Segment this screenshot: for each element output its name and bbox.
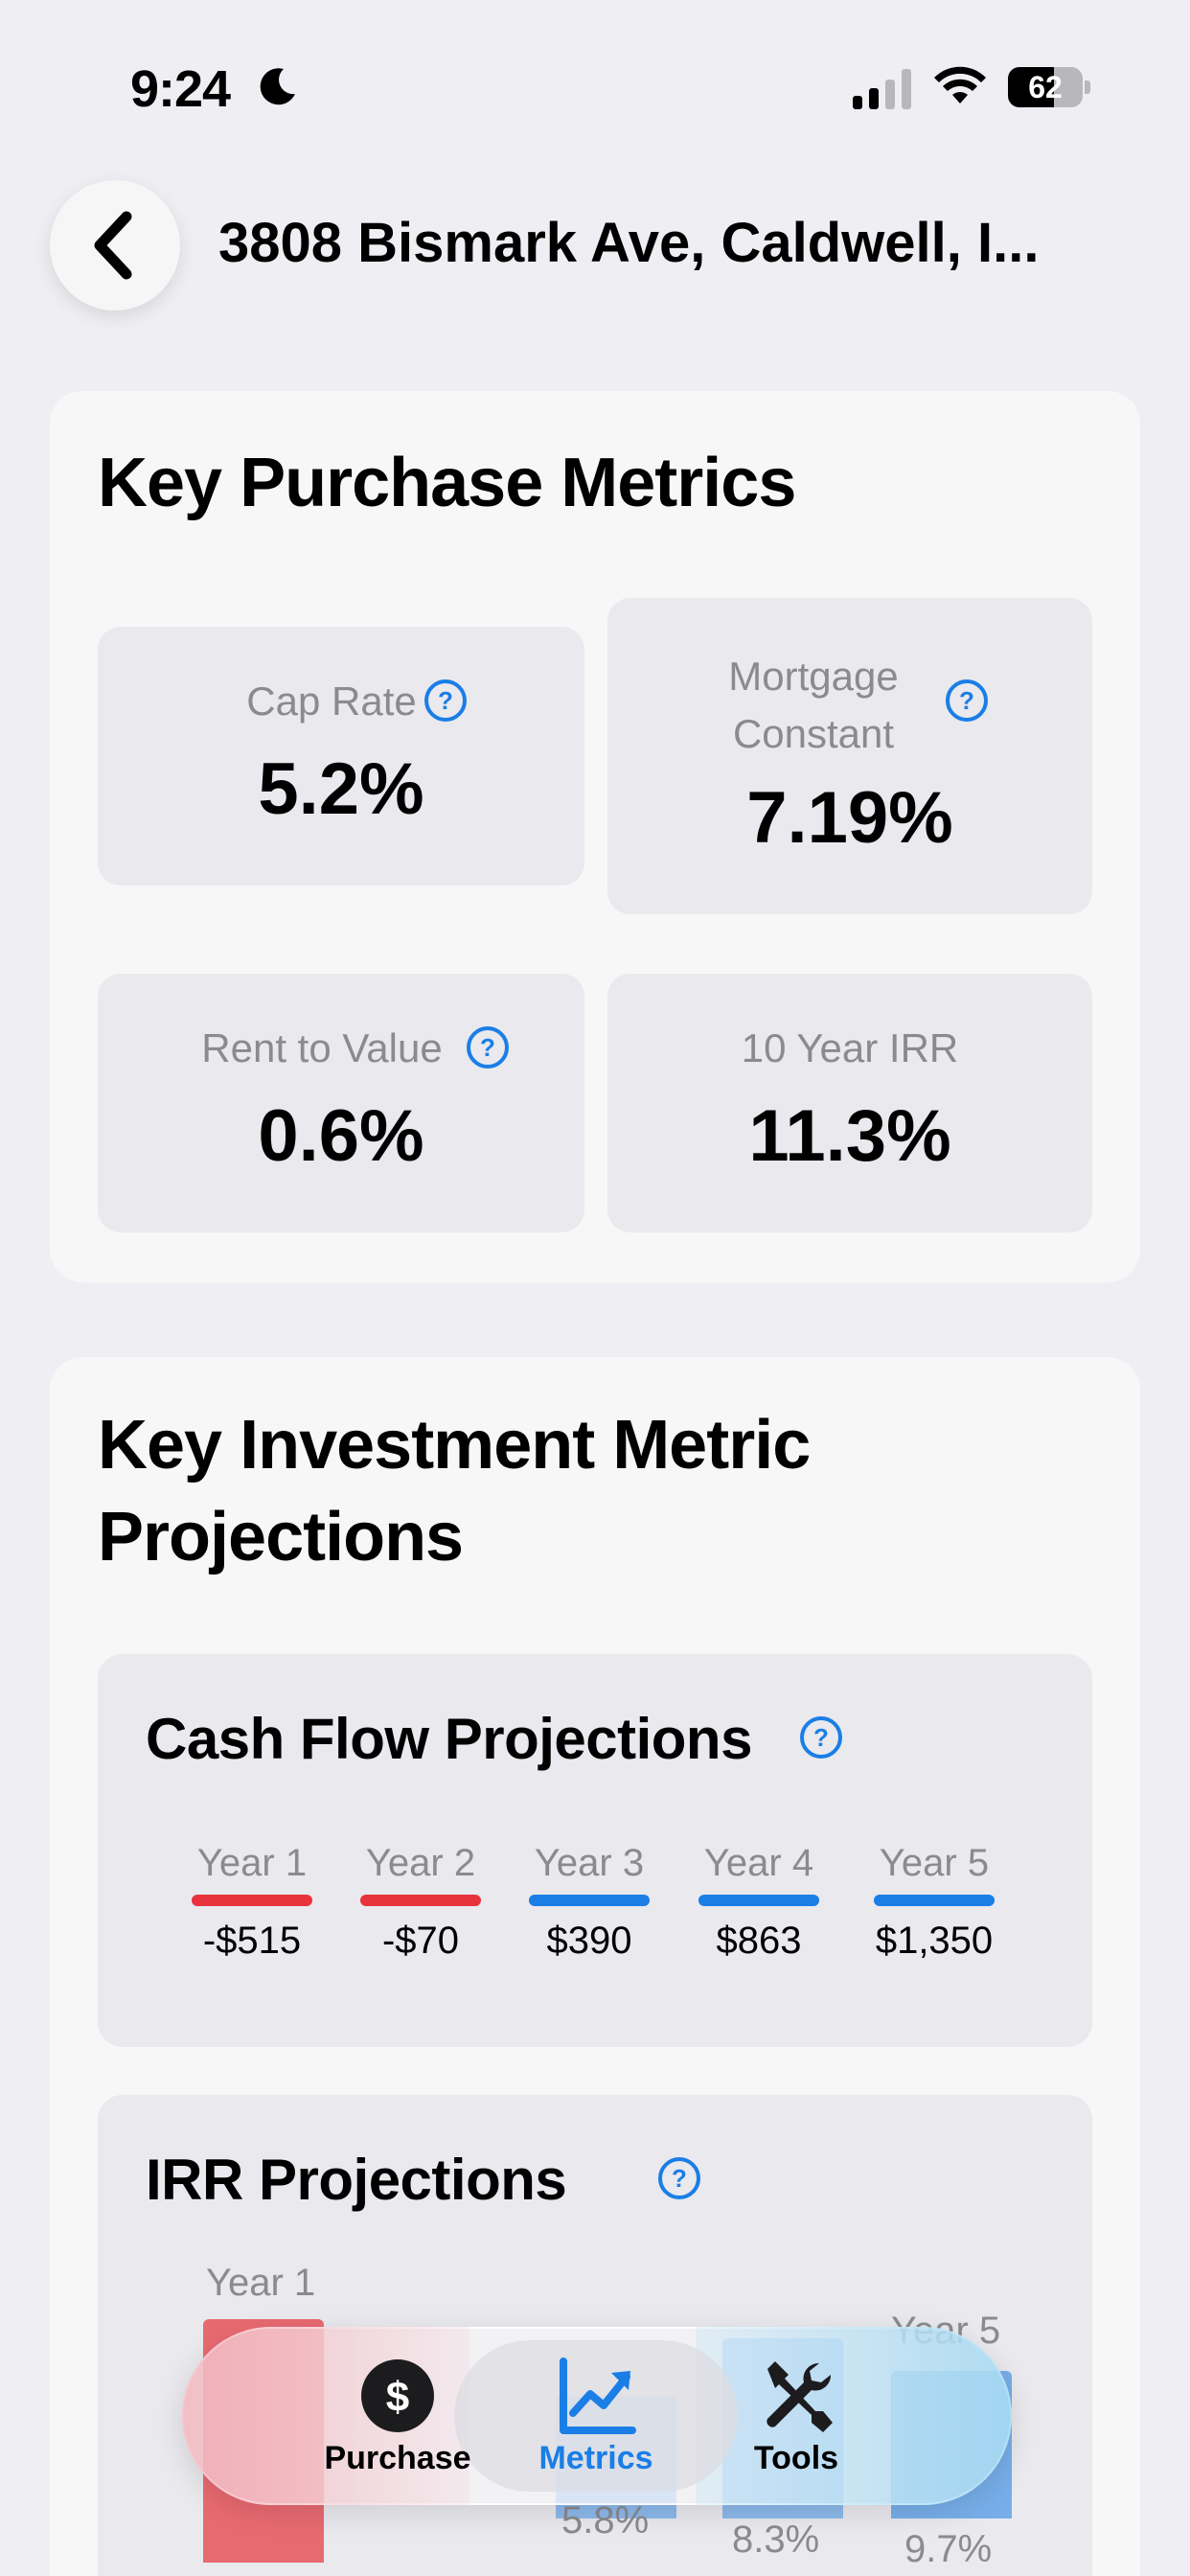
- svg-text:?: ?: [813, 1723, 829, 1752]
- dollar-icon: $: [361, 2359, 434, 2432]
- cash-flow-value: $390: [546, 1920, 632, 1962]
- ten-year-irr-tile: 10 Year IRR 11.3%: [607, 974, 1092, 1232]
- cash-flow-year-1: Year 1 -$515: [190, 1842, 314, 1963]
- page-title: 3808 Bismark Ave, Caldwell, I...: [218, 212, 1040, 274]
- ten-year-irr-value: 11.3%: [748, 1095, 951, 1177]
- back-button[interactable]: [50, 180, 180, 310]
- cash-flow-year-5: Year 5 $1,350: [872, 1842, 996, 1963]
- cash-flow-bar: [698, 1895, 819, 1906]
- status-time: 9:24: [130, 60, 231, 118]
- cash-flow-year-3: Year 3 $390: [527, 1842, 652, 1963]
- cash-flow-title: Cash Flow Projections: [146, 1707, 752, 1771]
- cash-flow-value: -$515: [202, 1920, 302, 1962]
- cash-flow-bar: [874, 1895, 995, 1906]
- ten-year-irr-label: 10 Year IRR: [741, 1025, 959, 1070]
- rent-to-value-tile: Rent to Value ? 0.6%: [98, 974, 584, 1232]
- rent-to-value-label: Rent to Value: [201, 1025, 443, 1070]
- chart-icon: [560, 2358, 636, 2434]
- irr-year-label: Year 1: [206, 2262, 316, 2304]
- purchase-metrics-card: Key Purchase Metrics Cap Rate ? 5.2% Mor…: [50, 391, 1140, 1282]
- svg-text:$: $: [386, 2374, 409, 2421]
- mortgage-constant-value: 7.19%: [746, 777, 953, 859]
- cash-flow-value: -$70: [381, 1920, 460, 1962]
- battery-percentage: 62: [1028, 70, 1063, 104]
- cash-flow-year-label: Year 3: [534, 1842, 645, 1884]
- help-icon[interactable]: ?: [799, 1715, 843, 1760]
- svg-text:?: ?: [959, 686, 974, 715]
- status-bar: 9:24 62: [0, 0, 1190, 172]
- cash-flow-bar: [192, 1895, 312, 1906]
- cap-rate-value: 5.2%: [258, 748, 424, 830]
- irr-projections-title: IRR Projections: [146, 2148, 567, 2212]
- cash-flow-card: Cash Flow Projections ? Year 1 -$515 Yea…: [98, 1654, 1092, 2047]
- help-icon[interactable]: ?: [945, 678, 989, 723]
- mortgage-constant-tile: Mortgage Constant ? 7.19%: [607, 598, 1092, 914]
- investment-projections-title: Key Investment Metric Projections: [98, 1407, 811, 1576]
- chevron-left-icon: [94, 211, 132, 280]
- cash-flow-year-2: Year 2 -$70: [358, 1842, 483, 1963]
- cash-flow-year-4: Year 4 $863: [697, 1842, 821, 1963]
- rent-to-value-value: 0.6%: [258, 1095, 424, 1177]
- moon-icon: [260, 68, 295, 105]
- irr-value: 5.8%: [561, 2499, 650, 2542]
- cash-flow-value: $1,350: [875, 1920, 994, 1962]
- cap-rate-label: Cap Rate: [246, 678, 417, 724]
- irr-value: 8.3%: [732, 2518, 820, 2561]
- help-icon[interactable]: ?: [466, 1025, 510, 1070]
- tools-icon: [767, 2361, 833, 2432]
- help-icon[interactable]: ?: [657, 2156, 701, 2200]
- help-icon[interactable]: ?: [423, 678, 468, 723]
- tab-label: Tools: [753, 2440, 839, 2476]
- cash-flow-year-label: Year 4: [703, 1842, 814, 1884]
- cellular-signal-icon: [853, 69, 911, 109]
- svg-text:?: ?: [438, 686, 453, 715]
- cash-flow-bar: [529, 1895, 650, 1906]
- irr-value: 9.7%: [904, 2528, 993, 2570]
- svg-text:?: ?: [480, 1033, 495, 1062]
- svg-text:?: ?: [672, 2164, 687, 2193]
- tab-tools[interactable]: Tools: [676, 2327, 916, 2505]
- cash-flow-year-label: Year 2: [365, 1842, 476, 1884]
- cash-flow-year-label: Year 5: [879, 1842, 990, 1884]
- battery-icon: 62: [1008, 67, 1090, 107]
- cash-flow-year-label: Year 1: [196, 1842, 308, 1884]
- cap-rate-tile: Cap Rate ? 5.2%: [98, 627, 584, 886]
- cash-flow-bar: [360, 1895, 481, 1906]
- bottom-tab-bar: $ Purchase Metrics Tools: [182, 2327, 1012, 2505]
- cash-flow-value: $863: [716, 1920, 802, 1962]
- wifi-icon: [934, 66, 986, 104]
- purchase-metrics-title: Key Purchase Metrics: [98, 445, 796, 521]
